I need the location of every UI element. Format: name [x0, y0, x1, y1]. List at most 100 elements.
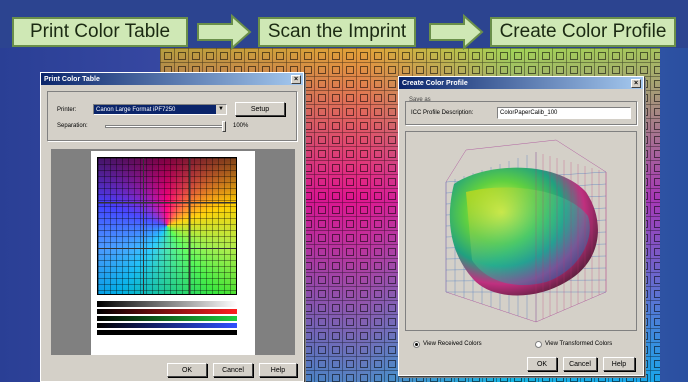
view-transformed-radio[interactable]: [535, 341, 542, 348]
background-square: [332, 346, 340, 354]
background-square: [318, 262, 326, 270]
background-square: [388, 164, 396, 172]
close-icon[interactable]: ×: [291, 74, 301, 84]
background-square: [332, 318, 340, 326]
background-square: [472, 52, 480, 60]
background-square: [318, 318, 326, 326]
icc-description-input[interactable]: ColorPaperCalib_100: [497, 107, 631, 119]
background-square: [374, 122, 382, 130]
step-create-color-profile: Create Color Profile: [490, 17, 676, 47]
background-square: [304, 136, 312, 144]
red-strip: [97, 309, 237, 314]
background-square: [304, 80, 312, 88]
help-button[interactable]: Help: [259, 363, 297, 377]
background-square: [318, 164, 326, 172]
background-square: [542, 66, 550, 74]
background-square: [318, 52, 326, 60]
background-square: [332, 94, 340, 102]
printer-select-value: Canon Large Format iPF7250: [96, 106, 176, 113]
background-square: [654, 332, 660, 340]
background-square: [654, 220, 660, 228]
background-square: [318, 276, 326, 284]
background-square: [388, 122, 396, 130]
background-square: [318, 178, 326, 186]
background-square: [346, 206, 354, 214]
background-square: [654, 206, 660, 214]
background-square: [346, 276, 354, 284]
ok-button[interactable]: OK: [527, 357, 557, 371]
background-square: [374, 374, 382, 382]
background-square: [332, 220, 340, 228]
setup-button[interactable]: Setup: [235, 102, 285, 116]
separation-value: 100%: [233, 123, 249, 129]
separation-slider[interactable]: [105, 121, 226, 132]
background-square: [360, 122, 368, 130]
background-square: [304, 360, 312, 368]
cancel-button[interactable]: Cancel: [563, 357, 597, 371]
background-square: [486, 52, 494, 60]
background-square: [374, 136, 382, 144]
background-square: [318, 136, 326, 144]
ok-button[interactable]: OK: [167, 363, 207, 377]
background-square: [332, 374, 340, 382]
background-square: [374, 206, 382, 214]
background-square: [374, 262, 382, 270]
background-square: [346, 290, 354, 298]
printer-select[interactable]: Canon Large Format iPF7250 ▼: [93, 104, 227, 115]
background-square: [584, 52, 592, 60]
background-square: [346, 80, 354, 88]
background-square: [346, 52, 354, 60]
background-square: [360, 332, 368, 340]
background-square: [654, 290, 660, 298]
background-square: [654, 346, 660, 354]
background-square: [374, 178, 382, 186]
background-square: [360, 374, 368, 382]
background-square: [654, 192, 660, 200]
background-square: [346, 262, 354, 270]
background-square: [500, 52, 508, 60]
background-square: [346, 332, 354, 340]
background-square: [360, 164, 368, 172]
background-square: [556, 52, 564, 60]
background-square: [654, 304, 660, 312]
black-strip: [97, 330, 237, 335]
green-strip: [97, 316, 237, 321]
background-square: [374, 108, 382, 116]
print-color-table-window: Print Color Table × Printer: Canon Large…: [40, 72, 304, 382]
background-square: [388, 66, 396, 74]
arrow-icon: [197, 14, 252, 50]
background-square: [346, 360, 354, 368]
background-square: [402, 52, 410, 60]
background-square: [612, 66, 620, 74]
cancel-button[interactable]: Cancel: [213, 363, 253, 377]
background-square: [360, 52, 368, 60]
background-square: [332, 66, 340, 74]
background-square: [346, 164, 354, 172]
view-transformed-label: View Transformed Colors: [545, 341, 613, 347]
background-square: [374, 220, 382, 228]
background-square: [640, 66, 648, 74]
background-square: [458, 52, 466, 60]
background-square: [654, 164, 660, 172]
background-square: [654, 94, 660, 102]
help-button[interactable]: Help: [603, 357, 635, 371]
background-square: [262, 52, 270, 60]
slider-thumb[interactable]: [222, 121, 226, 132]
background-square: [360, 346, 368, 354]
background-square: [388, 346, 396, 354]
background-square: [304, 164, 312, 172]
background-square: [346, 248, 354, 256]
print-window-titlebar: Print Color Table ×: [41, 73, 303, 85]
background-square: [248, 52, 256, 60]
view-received-radio[interactable]: [413, 341, 420, 348]
background-square: [332, 192, 340, 200]
close-icon[interactable]: ×: [631, 78, 641, 88]
profile-window-title: Create Color Profile: [402, 79, 468, 87]
background-square: [346, 374, 354, 382]
background-square: [332, 52, 340, 60]
background-square: [206, 52, 214, 60]
background-square: [388, 290, 396, 298]
background-square: [374, 248, 382, 256]
background-square: [388, 150, 396, 158]
background-square: [402, 66, 410, 74]
